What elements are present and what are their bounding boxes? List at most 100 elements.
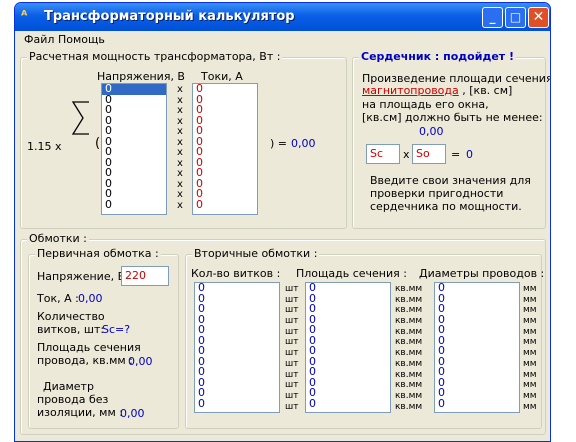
unit-label: мм — [523, 380, 537, 391]
primary-diam-value: 0,00 — [120, 407, 145, 420]
diam-list-item[interactable]: 0 — [435, 314, 519, 326]
core-result: 0 — [466, 148, 473, 161]
turns-list-item[interactable]: 0 — [195, 377, 279, 389]
primary-legend: Первичная обмотка : — [35, 247, 161, 260]
unit-label: мм — [523, 326, 537, 337]
area-list-item[interactable]: 0 — [306, 335, 390, 347]
primary-current-label: Ток, А : — [37, 292, 79, 305]
core-line3: на площадь его окна, — [362, 98, 489, 111]
area-list-item[interactable]: 0 — [306, 387, 390, 399]
area-list-item[interactable]: 0 — [306, 366, 390, 378]
area-list[interactable]: 000000000000 — [305, 282, 391, 413]
area-list-item[interactable]: 0 — [306, 324, 390, 336]
unit-label: кв.мм — [395, 337, 423, 348]
unit-label: кв.мм — [395, 369, 423, 380]
turns-list-item[interactable]: 0 — [195, 303, 279, 315]
diam-list-item[interactable]: 0 — [435, 366, 519, 378]
area-list-item[interactable]: 0 — [306, 377, 390, 389]
area-list-item[interactable]: 0 — [306, 398, 390, 410]
turns-list-item[interactable]: 0 — [195, 356, 279, 368]
core-line2: магнитопровода , [кв. см] — [362, 84, 512, 97]
close-button[interactable]: ✕ — [528, 7, 549, 28]
area-unit-column: кв.мм кв.мм кв.мм кв.мм кв.мм кв.мм кв.мм кв.мм… — [395, 284, 422, 412]
current-list[interactable]: 000000000000 — [192, 83, 258, 215]
diam-list-item[interactable]: 0 — [435, 335, 519, 347]
turns-list-item[interactable]: 0 — [195, 282, 279, 294]
unit-label: мм — [523, 358, 537, 369]
turns-list-item[interactable]: 0 — [195, 398, 279, 410]
diam-list-item[interactable]: 0 — [435, 303, 519, 315]
multiply-sign: x — [177, 126, 183, 137]
voltage-list[interactable]: 000000000000 — [101, 83, 167, 215]
primary-current-value: 0,00 — [78, 292, 103, 305]
primary-area-label2: провода, кв.мм : — [37, 354, 133, 367]
unit-label: мм — [523, 316, 537, 327]
core-multiply: x — [403, 148, 410, 161]
diam-list-item[interactable]: 0 — [435, 398, 519, 410]
diam-unit-column: мм мм мм мм мм мм мм мм мм мм мм мм — [523, 284, 537, 412]
unit-label: кв.мм — [395, 294, 423, 305]
unit-label: шт — [285, 380, 299, 391]
minimize-button[interactable]: _ — [482, 7, 503, 28]
core-hint1: Введите свои значения для — [370, 174, 531, 187]
unit-label: мм — [523, 390, 537, 401]
sc-input[interactable]: Sc — [366, 144, 400, 164]
primary-turns-label1: Количество — [37, 310, 105, 323]
current-list-item[interactable]: 0 — [193, 199, 257, 211]
diam-list-item[interactable]: 0 — [435, 293, 519, 305]
unit-label: кв.мм — [395, 348, 423, 359]
diam-list[interactable]: 000000000000 — [434, 282, 520, 413]
diam-list-item[interactable]: 0 — [435, 282, 519, 294]
turns-list-item[interactable]: 0 — [195, 345, 279, 357]
unit-label: кв.мм — [395, 305, 423, 316]
primary-turns-label2: витков, шт: — [37, 323, 105, 336]
area-list-item[interactable]: 0 — [306, 345, 390, 357]
turns-list-item[interactable]: 0 — [195, 314, 279, 326]
turns-list-item[interactable]: 0 — [195, 387, 279, 399]
primary-voltage-input[interactable]: 220 — [121, 266, 169, 286]
area-list-item[interactable]: 0 — [306, 303, 390, 315]
app-icon: ᴬ — [21, 9, 28, 24]
so-input[interactable]: So — [412, 144, 446, 164]
primary-voltage-label: Напряжение, В : — [37, 270, 133, 283]
multiply-sign: x — [177, 189, 183, 200]
core-line2-rest: , [кв. см] — [458, 84, 513, 97]
unit-label: мм — [523, 284, 537, 294]
maximize-button[interactable]: □ — [505, 7, 526, 28]
menu-bar: Файл Помощь — [15, 31, 550, 49]
secondary-legend: Вторичные обмотки : — [192, 247, 320, 260]
unit-label: шт — [285, 284, 299, 294]
multiply-sign: x — [177, 105, 183, 116]
menu-file[interactable]: Файл — [24, 33, 54, 46]
core-link[interactable]: магнитопровода — [362, 84, 459, 97]
diam-list-item[interactable]: 0 — [435, 387, 519, 399]
diam-list-item[interactable]: 0 — [435, 324, 519, 336]
primary-area-label1: Площадь сечения — [37, 341, 141, 354]
multiply-column: xxxxxxxxxxxx — [175, 84, 185, 211]
area-list-item[interactable]: 0 — [306, 293, 390, 305]
multiply-sign: x — [177, 147, 183, 158]
unit-label: кв.мм — [395, 316, 423, 327]
turns-list-item[interactable]: 0 — [195, 324, 279, 336]
menu-help[interactable]: Помощь — [58, 33, 105, 46]
primary-diam-label1: Диаметр — [43, 380, 94, 393]
unit-label: мм — [523, 348, 537, 359]
voltage-list-item[interactable]: 0 — [102, 199, 166, 211]
unit-label: кв.мм — [395, 358, 423, 369]
unit-label: кв.мм — [395, 401, 423, 412]
diam-list-item[interactable]: 0 — [435, 356, 519, 368]
turns-list[interactable]: 000000000000 — [194, 282, 280, 413]
area-list-item[interactable]: 0 — [306, 356, 390, 368]
window-title: Трансформаторный калькулятор — [44, 9, 295, 24]
unit-label: кв.мм — [395, 380, 423, 391]
diam-list-item[interactable]: 0 — [435, 377, 519, 389]
diam-list-item[interactable]: 0 — [435, 345, 519, 357]
title-bar[interactable]: ᴬ Трансформаторный калькулятор _ □ ✕ — [15, 3, 550, 31]
turns-list-item[interactable]: 0 — [195, 366, 279, 378]
unit-label: шт — [285, 348, 299, 359]
turns-list-item[interactable]: 0 — [195, 335, 279, 347]
primary-area-value: 0,00 — [128, 355, 153, 368]
area-list-item[interactable]: 0 — [306, 314, 390, 326]
area-list-item[interactable]: 0 — [306, 282, 390, 294]
turns-list-item[interactable]: 0 — [195, 293, 279, 305]
